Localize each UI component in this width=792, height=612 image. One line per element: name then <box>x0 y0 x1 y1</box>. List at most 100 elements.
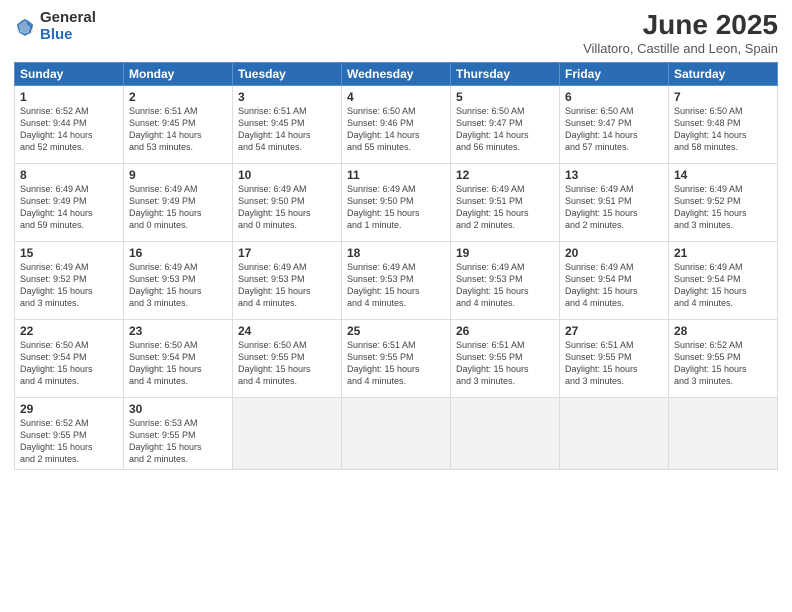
day-info: Sunrise: 6:49 AM Sunset: 9:49 PM Dayligh… <box>20 183 118 232</box>
table-row: 5Sunrise: 6:50 AM Sunset: 9:47 PM Daylig… <box>451 85 560 163</box>
table-row: 15Sunrise: 6:49 AM Sunset: 9:52 PM Dayli… <box>15 241 124 319</box>
day-number: 23 <box>129 324 227 338</box>
calendar-week-row: 8Sunrise: 6:49 AM Sunset: 9:49 PM Daylig… <box>15 163 778 241</box>
logo-general-text: General <box>40 10 96 27</box>
table-row: 3Sunrise: 6:51 AM Sunset: 9:45 PM Daylig… <box>233 85 342 163</box>
table-row <box>342 397 451 470</box>
day-number: 28 <box>674 324 772 338</box>
day-info: Sunrise: 6:50 AM Sunset: 9:47 PM Dayligh… <box>565 105 663 154</box>
day-info: Sunrise: 6:50 AM Sunset: 9:55 PM Dayligh… <box>238 339 336 388</box>
page-container: General Blue June 2025 Villatoro, Castil… <box>0 0 792 612</box>
day-number: 14 <box>674 168 772 182</box>
table-row <box>560 397 669 470</box>
logo-icon <box>14 16 36 38</box>
table-row: 4Sunrise: 6:50 AM Sunset: 9:46 PM Daylig… <box>342 85 451 163</box>
day-info: Sunrise: 6:49 AM Sunset: 9:52 PM Dayligh… <box>20 261 118 310</box>
day-info: Sunrise: 6:50 AM Sunset: 9:46 PM Dayligh… <box>347 105 445 154</box>
table-row <box>669 397 778 470</box>
day-info: Sunrise: 6:52 AM Sunset: 9:55 PM Dayligh… <box>20 417 118 466</box>
table-row: 8Sunrise: 6:49 AM Sunset: 9:49 PM Daylig… <box>15 163 124 241</box>
table-row: 7Sunrise: 6:50 AM Sunset: 9:48 PM Daylig… <box>669 85 778 163</box>
day-info: Sunrise: 6:49 AM Sunset: 9:50 PM Dayligh… <box>347 183 445 232</box>
day-number: 1 <box>20 90 118 104</box>
day-number: 24 <box>238 324 336 338</box>
header-tuesday: Tuesday <box>233 62 342 85</box>
day-info: Sunrise: 6:49 AM Sunset: 9:54 PM Dayligh… <box>674 261 772 310</box>
day-number: 9 <box>129 168 227 182</box>
day-info: Sunrise: 6:51 AM Sunset: 9:45 PM Dayligh… <box>238 105 336 154</box>
day-info: Sunrise: 6:51 AM Sunset: 9:45 PM Dayligh… <box>129 105 227 154</box>
calendar-week-row: 22Sunrise: 6:50 AM Sunset: 9:54 PM Dayli… <box>15 319 778 397</box>
header: General Blue June 2025 Villatoro, Castil… <box>14 10 778 56</box>
calendar-week-row: 15Sunrise: 6:49 AM Sunset: 9:52 PM Dayli… <box>15 241 778 319</box>
day-number: 11 <box>347 168 445 182</box>
header-friday: Friday <box>560 62 669 85</box>
table-row: 12Sunrise: 6:49 AM Sunset: 9:51 PM Dayli… <box>451 163 560 241</box>
table-row: 1Sunrise: 6:52 AM Sunset: 9:44 PM Daylig… <box>15 85 124 163</box>
table-row: 23Sunrise: 6:50 AM Sunset: 9:54 PM Dayli… <box>124 319 233 397</box>
table-row <box>451 397 560 470</box>
table-row: 26Sunrise: 6:51 AM Sunset: 9:55 PM Dayli… <box>451 319 560 397</box>
day-info: Sunrise: 6:49 AM Sunset: 9:53 PM Dayligh… <box>456 261 554 310</box>
day-info: Sunrise: 6:50 AM Sunset: 9:54 PM Dayligh… <box>129 339 227 388</box>
table-row: 16Sunrise: 6:49 AM Sunset: 9:53 PM Dayli… <box>124 241 233 319</box>
calendar-header-row: Sunday Monday Tuesday Wednesday Thursday… <box>15 62 778 85</box>
day-number: 17 <box>238 246 336 260</box>
month-title: June 2025 <box>583 10 778 41</box>
calendar-week-row: 29Sunrise: 6:52 AM Sunset: 9:55 PM Dayli… <box>15 397 778 470</box>
day-number: 22 <box>20 324 118 338</box>
day-info: Sunrise: 6:49 AM Sunset: 9:54 PM Dayligh… <box>565 261 663 310</box>
day-number: 4 <box>347 90 445 104</box>
day-info: Sunrise: 6:49 AM Sunset: 9:49 PM Dayligh… <box>129 183 227 232</box>
logo-blue-text: Blue <box>40 27 96 44</box>
day-number: 3 <box>238 90 336 104</box>
day-number: 5 <box>456 90 554 104</box>
day-number: 27 <box>565 324 663 338</box>
day-number: 10 <box>238 168 336 182</box>
table-row: 6Sunrise: 6:50 AM Sunset: 9:47 PM Daylig… <box>560 85 669 163</box>
day-number: 15 <box>20 246 118 260</box>
day-info: Sunrise: 6:49 AM Sunset: 9:52 PM Dayligh… <box>674 183 772 232</box>
day-number: 18 <box>347 246 445 260</box>
day-number: 29 <box>20 402 118 416</box>
day-info: Sunrise: 6:51 AM Sunset: 9:55 PM Dayligh… <box>347 339 445 388</box>
table-row: 17Sunrise: 6:49 AM Sunset: 9:53 PM Dayli… <box>233 241 342 319</box>
table-row <box>233 397 342 470</box>
day-number: 12 <box>456 168 554 182</box>
table-row: 2Sunrise: 6:51 AM Sunset: 9:45 PM Daylig… <box>124 85 233 163</box>
table-row: 27Sunrise: 6:51 AM Sunset: 9:55 PM Dayli… <box>560 319 669 397</box>
header-saturday: Saturday <box>669 62 778 85</box>
table-row: 28Sunrise: 6:52 AM Sunset: 9:55 PM Dayli… <box>669 319 778 397</box>
table-row: 13Sunrise: 6:49 AM Sunset: 9:51 PM Dayli… <box>560 163 669 241</box>
logo-text: General Blue <box>40 10 96 43</box>
day-number: 19 <box>456 246 554 260</box>
title-block: June 2025 Villatoro, Castille and Leon, … <box>583 10 778 56</box>
calendar-week-row: 1Sunrise: 6:52 AM Sunset: 9:44 PM Daylig… <box>15 85 778 163</box>
table-row: 25Sunrise: 6:51 AM Sunset: 9:55 PM Dayli… <box>342 319 451 397</box>
logo: General Blue <box>14 10 96 43</box>
header-wednesday: Wednesday <box>342 62 451 85</box>
day-number: 2 <box>129 90 227 104</box>
day-info: Sunrise: 6:50 AM Sunset: 9:54 PM Dayligh… <box>20 339 118 388</box>
table-row: 20Sunrise: 6:49 AM Sunset: 9:54 PM Dayli… <box>560 241 669 319</box>
table-row: 21Sunrise: 6:49 AM Sunset: 9:54 PM Dayli… <box>669 241 778 319</box>
day-info: Sunrise: 6:49 AM Sunset: 9:53 PM Dayligh… <box>129 261 227 310</box>
table-row: 29Sunrise: 6:52 AM Sunset: 9:55 PM Dayli… <box>15 397 124 470</box>
day-info: Sunrise: 6:49 AM Sunset: 9:50 PM Dayligh… <box>238 183 336 232</box>
calendar-table: Sunday Monday Tuesday Wednesday Thursday… <box>14 62 778 471</box>
day-info: Sunrise: 6:51 AM Sunset: 9:55 PM Dayligh… <box>456 339 554 388</box>
table-row: 22Sunrise: 6:50 AM Sunset: 9:54 PM Dayli… <box>15 319 124 397</box>
day-number: 7 <box>674 90 772 104</box>
table-row: 18Sunrise: 6:49 AM Sunset: 9:53 PM Dayli… <box>342 241 451 319</box>
day-number: 6 <box>565 90 663 104</box>
day-number: 16 <box>129 246 227 260</box>
day-info: Sunrise: 6:52 AM Sunset: 9:55 PM Dayligh… <box>674 339 772 388</box>
day-number: 25 <box>347 324 445 338</box>
day-number: 26 <box>456 324 554 338</box>
day-info: Sunrise: 6:51 AM Sunset: 9:55 PM Dayligh… <box>565 339 663 388</box>
day-info: Sunrise: 6:53 AM Sunset: 9:55 PM Dayligh… <box>129 417 227 466</box>
day-info: Sunrise: 6:50 AM Sunset: 9:47 PM Dayligh… <box>456 105 554 154</box>
header-sunday: Sunday <box>15 62 124 85</box>
table-row: 9Sunrise: 6:49 AM Sunset: 9:49 PM Daylig… <box>124 163 233 241</box>
day-number: 13 <box>565 168 663 182</box>
